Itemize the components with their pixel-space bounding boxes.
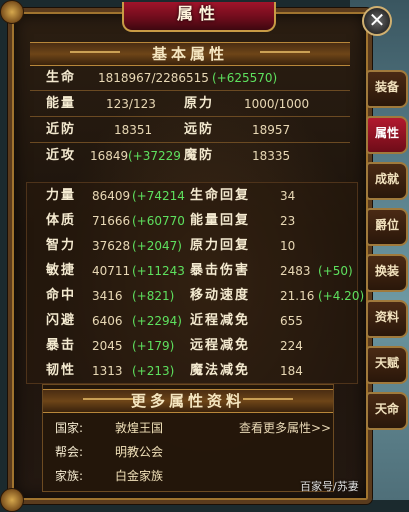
stat-bonus: (+50) bbox=[318, 264, 353, 278]
more-attributes-header: 更多属性资料 bbox=[43, 389, 333, 413]
attributes-panel: 属性 ✕ 基本属性 生命 1818967/2286515 (+625570) 能… bbox=[0, 0, 392, 512]
stat-label: 远程减免 bbox=[190, 338, 251, 353]
magic-def-label: 魔防 bbox=[184, 148, 215, 163]
stat-bonus: (+11243 bbox=[132, 264, 185, 278]
side-tab[interactable]: 属性 bbox=[366, 116, 408, 154]
side-tab[interactable]: 资料 bbox=[366, 300, 408, 338]
stat-bonus: (+4.20) bbox=[318, 289, 365, 303]
country-value: 敦煌王国 bbox=[115, 421, 164, 435]
stat-label: 智力 bbox=[46, 238, 77, 253]
stat-label: 原力回复 bbox=[190, 238, 251, 253]
stat-label: 韧性 bbox=[46, 363, 77, 378]
stat-label: 近程减免 bbox=[190, 313, 251, 328]
stat-value: 21.16 bbox=[280, 289, 315, 303]
life-value: 1818967/2286515 bbox=[98, 71, 209, 85]
stat-row: 闪避 6406 (+2294) 近程减免 655 bbox=[32, 311, 362, 331]
side-tab[interactable]: 爵位 bbox=[366, 208, 408, 246]
side-tab[interactable]: 成就 bbox=[366, 162, 408, 200]
ranged-def-value: 18957 bbox=[252, 123, 291, 137]
stat-label: 命中 bbox=[46, 288, 77, 303]
melee-def-value: 18351 bbox=[114, 123, 153, 137]
stat-bonus: (+60770 bbox=[132, 214, 185, 228]
stat-value: 2045 bbox=[92, 339, 123, 353]
energy-row: 能量 123/123 原力 1000/1000 bbox=[32, 94, 352, 114]
divider bbox=[30, 90, 350, 91]
side-tab[interactable]: 换装 bbox=[366, 254, 408, 292]
guild-value: 明教公会 bbox=[115, 445, 164, 459]
melee-atk-bonus: (+37229 bbox=[128, 149, 181, 163]
stat-label: 敏捷 bbox=[46, 263, 77, 278]
divider bbox=[30, 142, 350, 143]
close-button[interactable]: ✕ bbox=[362, 6, 392, 36]
stat-value: 86409 bbox=[92, 189, 131, 203]
melee-def-label: 近防 bbox=[46, 122, 77, 137]
side-tab[interactable]: 装备 bbox=[366, 70, 408, 108]
stat-label: 力量 bbox=[46, 188, 77, 203]
stat-label: 暴击伤害 bbox=[190, 263, 251, 278]
stat-value: 40711 bbox=[92, 264, 131, 278]
corner-ornament-icon bbox=[0, 0, 24, 24]
divider bbox=[30, 116, 350, 117]
attack-row: 近攻 16849 (+37229 魔防 18335 bbox=[32, 146, 352, 166]
corner-ornament-icon bbox=[0, 488, 24, 512]
stat-row: 韧性 1313 (+213) 魔法减免 184 bbox=[32, 361, 362, 381]
stat-bonus: (+2294) bbox=[132, 314, 182, 328]
side-tab[interactable]: 天赋 bbox=[366, 346, 408, 384]
energy-label: 能量 bbox=[46, 96, 77, 111]
stat-label: 闪避 bbox=[46, 313, 77, 328]
country-label: 国家: bbox=[55, 421, 84, 435]
stat-row: 暴击 2045 (+179) 远程减免 224 bbox=[32, 336, 362, 356]
stat-label: 生命回复 bbox=[190, 188, 251, 203]
stat-value: 37628 bbox=[92, 239, 131, 253]
power-label: 原力 bbox=[184, 96, 215, 111]
stat-bonus: (+74214 bbox=[132, 189, 185, 203]
stat-row: 体质 71666 (+60770 能量回复 23 bbox=[32, 211, 362, 231]
stat-row: 智力 37628 (+2047) 原力回复 10 bbox=[32, 236, 362, 256]
stat-value: 2483 bbox=[280, 264, 311, 278]
stat-value: 23 bbox=[280, 214, 296, 228]
melee-atk-label: 近攻 bbox=[46, 148, 77, 163]
stat-label: 能量回复 bbox=[190, 213, 251, 228]
watermark: 百家号/苏妻 bbox=[300, 480, 359, 493]
life-bonus: (+625570) bbox=[212, 71, 278, 85]
stat-value: 71666 bbox=[92, 214, 131, 228]
stat-row: 力量 86409 (+74214 生命回复 34 bbox=[32, 186, 362, 206]
energy-value: 123/123 bbox=[106, 97, 156, 111]
stat-bonus: (+213) bbox=[132, 364, 175, 378]
more-attributes-box: 更多属性资料 国家: 敦煌王国 查看更多属性>> 帮会: 明教公会 家族: 白金… bbox=[42, 384, 334, 492]
stat-label: 暴击 bbox=[46, 338, 77, 353]
stat-bonus: (+821) bbox=[132, 289, 175, 303]
stat-value: 6406 bbox=[92, 314, 123, 328]
side-tab[interactable]: 天命 bbox=[366, 392, 408, 430]
basic-attributes-header: 基本属性 bbox=[30, 42, 350, 66]
defense-row: 近防 18351 远防 18957 bbox=[32, 120, 352, 140]
stat-row: 敏捷 40711 (+11243 暴击伤害 2483 (+50) bbox=[32, 261, 362, 281]
magic-def-value: 18335 bbox=[252, 149, 291, 163]
family-label: 家族: bbox=[55, 469, 84, 483]
stat-value: 1313 bbox=[92, 364, 123, 378]
guild-label: 帮会: bbox=[55, 445, 84, 459]
stat-row: 命中 3416 (+821) 移动速度 21.16 (+4.20) bbox=[32, 286, 365, 306]
window-title: 属性 bbox=[122, 2, 276, 32]
melee-atk-value: 16849 bbox=[90, 149, 129, 163]
stat-value: 3416 bbox=[92, 289, 123, 303]
stat-bonus: (+2047) bbox=[132, 239, 182, 253]
stat-value: 34 bbox=[280, 189, 296, 203]
stat-value: 655 bbox=[280, 314, 303, 328]
stat-value: 10 bbox=[280, 239, 296, 253]
ranged-def-label: 远防 bbox=[184, 122, 215, 137]
life-row: 生命 1818967/2286515 (+625570) bbox=[32, 68, 352, 88]
stat-bonus: (+179) bbox=[132, 339, 175, 353]
family-value: 白金家族 bbox=[115, 469, 164, 483]
power-value: 1000/1000 bbox=[244, 97, 310, 111]
life-label: 生命 bbox=[46, 70, 77, 85]
stat-label: 移动速度 bbox=[190, 288, 251, 303]
stat-label: 体质 bbox=[46, 213, 77, 228]
stat-value: 184 bbox=[280, 364, 303, 378]
view-more-attributes-link[interactable]: 查看更多属性>> bbox=[239, 419, 331, 436]
stat-label: 魔法减免 bbox=[190, 363, 251, 378]
stat-value: 224 bbox=[280, 339, 303, 353]
